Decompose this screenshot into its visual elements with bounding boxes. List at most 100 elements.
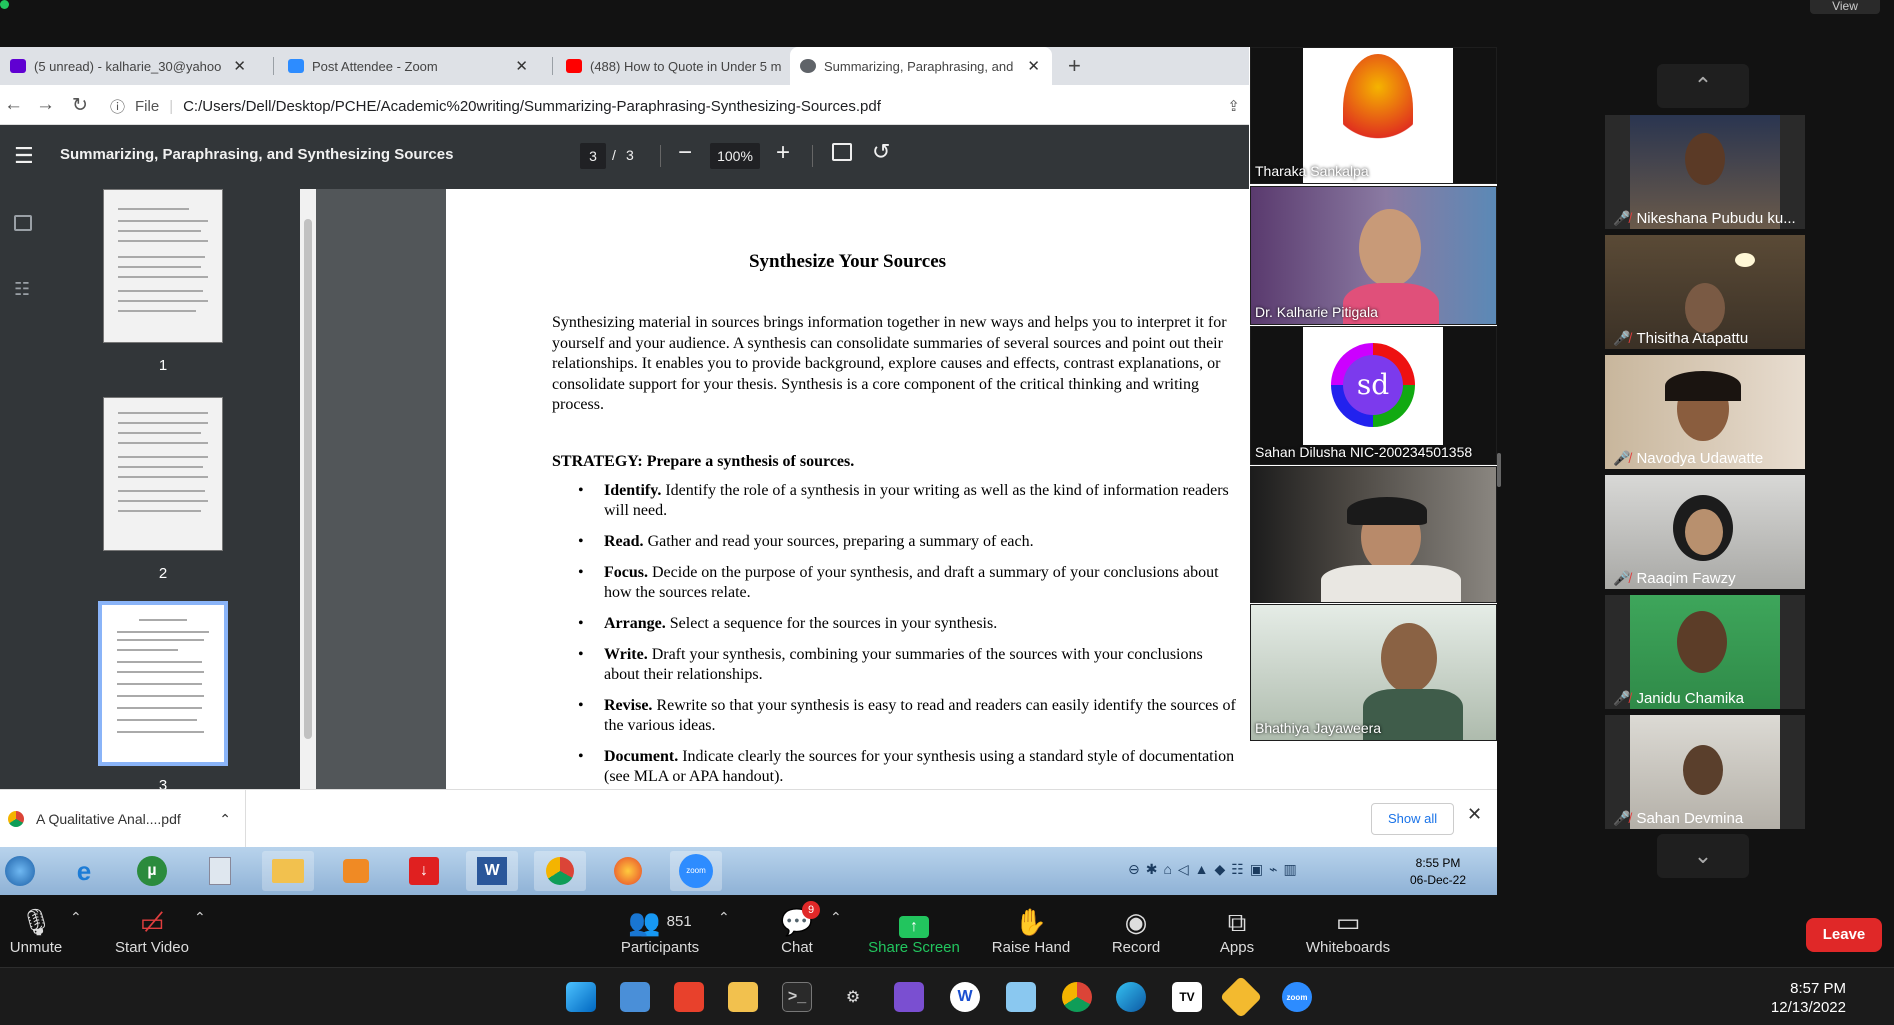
whiteboards-button[interactable]: ▭ Whiteboards [1300, 905, 1396, 956]
thumbnail-scrollbar[interactable] [300, 189, 316, 789]
share-screen-button[interactable]: ↑ Share Screen [866, 905, 962, 956]
binance-icon[interactable] [1219, 975, 1263, 1019]
download-filename: A Qualitative Anal....pdf [36, 811, 181, 827]
menu-icon[interactable]: ☰ [14, 143, 34, 169]
system-tray-icons[interactable]: ⊖✱⌂◁▲◆☷▣⌁▥ [1128, 861, 1303, 878]
muted-mic-icon: 🎤̸ [1613, 690, 1631, 706]
fit-page-icon[interactable] [832, 143, 852, 161]
youtube-icon [566, 59, 582, 73]
zoom-out-icon[interactable]: − [678, 139, 692, 167]
ie-icon[interactable]: e [58, 851, 110, 891]
tradingview-icon[interactable]: TV [1172, 982, 1202, 1012]
word-icon[interactable]: W [466, 851, 518, 891]
windows-start-icon[interactable] [566, 982, 596, 1012]
gallery-next-button[interactable]: ⌄ [1657, 834, 1749, 878]
pdf-viewer: ☷ 1 2 3 Synthesize Your Sources Synthesi… [0, 189, 1249, 789]
page-thumbnail-3[interactable] [98, 601, 228, 766]
page-thumbnail-1[interactable] [103, 189, 223, 343]
participant-name: Tharaka Sankalpa [1255, 163, 1369, 179]
anydesk-icon[interactable] [674, 982, 704, 1012]
view-button[interactable]: View [1810, 0, 1880, 14]
media-player-icon[interactable] [330, 851, 382, 891]
virtualbox-icon[interactable] [1006, 982, 1036, 1012]
record-button[interactable]: ◉ Record [1106, 905, 1166, 956]
reload-icon[interactable]: ↻ [72, 94, 88, 117]
back-icon[interactable]: ← [4, 94, 23, 116]
visual-studio-icon[interactable] [894, 982, 924, 1012]
video-tile-kalharie[interactable]: Dr. Kalharie Pitigala [1250, 186, 1497, 325]
calculator-icon[interactable] [194, 851, 246, 891]
gallery-tile-janidu[interactable]: 🎤̸ Janidu Chamika [1605, 595, 1805, 709]
photos-icon[interactable] [620, 982, 650, 1012]
audio-options-chevron-icon[interactable]: ⌃ [70, 909, 82, 926]
gallery-tile-navodya[interactable]: 🎤̸ Navodya Udawatte [1605, 355, 1805, 469]
share-icon[interactable]: ⇪ [1227, 97, 1240, 115]
participants-chevron-icon[interactable]: ⌃ [718, 909, 730, 926]
taskbar-clock[interactable]: 8:55 PM 06-Dec-22 [1410, 855, 1466, 889]
leave-button[interactable]: Leave [1806, 918, 1882, 952]
page-number-input[interactable]: 3 [580, 143, 606, 169]
chat-button[interactable]: 💬 9 Chat [772, 901, 822, 956]
gallery-tile-sahan-devmina[interactable]: 🎤̸ Sahan Devmina [1605, 715, 1805, 829]
tab-close-icon[interactable]: ✕ [515, 57, 528, 75]
start-orb-icon[interactable] [0, 851, 40, 891]
firefox-icon[interactable] [602, 851, 654, 891]
download-item[interactable]: A Qualitative Anal....pdf ⌃ [8, 790, 246, 848]
forward-icon[interactable]: → [36, 94, 55, 116]
chrome-taskbar-icon[interactable] [1062, 982, 1092, 1012]
page-thumbnail-2[interactable] [103, 397, 223, 551]
download-manager-icon[interactable]: ↓ [398, 851, 450, 891]
unmute-button[interactable]: 🎙 Unmute [8, 905, 64, 956]
tab-yahoo-mail[interactable]: (5 unread) - kalharie_30@yahoo ✕ [0, 47, 258, 85]
tab-summarizing-pdf[interactable]: Summarizing, Paraphrasing, and ✕ [790, 47, 1052, 85]
zoom-taskbar-icon[interactable]: zoom [670, 851, 722, 891]
video-tile-bhathiya[interactable]: Bhathiya Jayaweera [1250, 604, 1497, 741]
chevron-up-icon[interactable]: ⌃ [219, 811, 231, 828]
outline-view-icon[interactable]: ☷ [14, 279, 30, 300]
apps-button[interactable]: ⧉ Apps [1212, 905, 1262, 956]
chrome-taskbar-icon[interactable] [534, 851, 586, 891]
tab-zoom-attendee[interactable]: Post Attendee - Zoom ✕ [278, 47, 540, 85]
zoom-in-icon[interactable]: + [776, 139, 790, 167]
strategy-steps: Identify. Identify the role of a synthes… [578, 481, 1238, 789]
gallery-tile-thisitha[interactable]: 🎤̸ Thisitha Atapattu [1605, 235, 1805, 349]
video-tile-tharaka[interactable]: Tharaka Sankalpa [1250, 47, 1497, 184]
wordpress-icon[interactable]: W [950, 982, 980, 1012]
rotate-icon[interactable]: ↺ [872, 139, 890, 165]
zoom-taskbar-icon[interactable]: zoom [1282, 982, 1312, 1012]
meeting-controls: 🎙 Unmute ⌃ ▭̸ Start Video ⌃ 👥 851 Partici… [0, 895, 1894, 967]
file-explorer-icon[interactable] [728, 982, 758, 1012]
tab-close-icon[interactable]: ✕ [1027, 57, 1040, 75]
edge-icon[interactable] [1116, 982, 1146, 1012]
start-video-button[interactable]: ▭̸ Start Video [112, 905, 192, 956]
participant-label: 🎤̸ Thisitha Atapattu [1613, 330, 1749, 347]
gallery-tile-raaqim[interactable]: 🎤̸ Raaqim Fawzy [1605, 475, 1805, 589]
gallery-tile-nikeshana[interactable]: 🎤̸ Nikeshana Pubudu ku... [1605, 115, 1805, 229]
list-item: Focus. Decide on the purpose of your syn… [578, 563, 1238, 603]
zoom-level-input[interactable]: 100% [710, 143, 760, 169]
tab-youtube[interactable]: (488) How to Quote in Under 5 m ✕ [556, 47, 814, 85]
url-field[interactable]: ⓘ File | C:/Users/Dell/Desktop/PCHE/Acad… [110, 93, 1240, 119]
list-item: Read. Gather and read your sources, prep… [578, 532, 1238, 552]
chatgpt-icon[interactable]: ⚙ [838, 982, 868, 1012]
raise-hand-button[interactable]: ✋ Raise Hand [986, 905, 1076, 956]
show-all-button[interactable]: Show all [1371, 803, 1455, 835]
chat-chevron-icon[interactable]: ⌃ [830, 909, 842, 926]
video-tile-sahan-dilusha[interactable]: sd Sahan Dilusha NIC-200234501358 [1250, 326, 1497, 465]
list-item: Arrange. Select a sequence for the sourc… [578, 614, 1238, 634]
video-options-chevron-icon[interactable]: ⌃ [194, 909, 206, 926]
security-shield-icon[interactable] [0, 0, 9, 9]
utorrent-icon[interactable]: µ [126, 851, 178, 891]
participants-button[interactable]: 👥 851 Participants [615, 905, 705, 956]
gallery-prev-button[interactable]: ⌃ [1657, 64, 1749, 108]
close-icon[interactable]: ✕ [1467, 804, 1482, 825]
tab-close-icon[interactable]: ✕ [233, 57, 246, 75]
file-label: File [135, 97, 160, 115]
folder-icon[interactable] [262, 851, 314, 891]
terminal-icon[interactable]: >_ [782, 982, 812, 1012]
video-tile-participant[interactable] [1250, 466, 1497, 603]
taskbar-clock[interactable]: 8:57 PM 12/13/2022 [1771, 979, 1846, 1017]
new-tab-icon[interactable]: + [1068, 53, 1081, 79]
panel-resize-handle[interactable] [1497, 453, 1501, 487]
thumbnail-view-icon[interactable] [14, 215, 32, 231]
